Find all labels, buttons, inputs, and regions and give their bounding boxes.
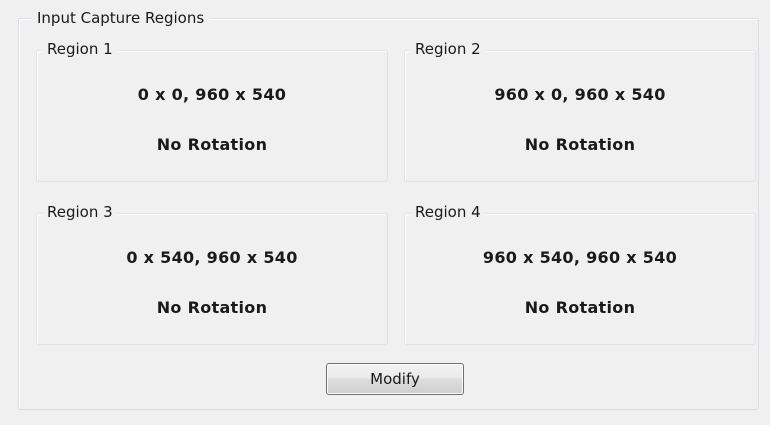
- region-4-rotation: No Rotation: [524, 298, 636, 317]
- region-3-rotation: No Rotation: [156, 298, 268, 317]
- region-2-box: Region 2 960 x 0, 960 x 540 No Rotation: [404, 39, 756, 182]
- input-capture-panel: Input Capture Regions Region 1 0 x 0, 96…: [0, 0, 770, 425]
- region-1-label: Region 1: [42, 39, 118, 59]
- region-4-label: Region 4: [410, 202, 486, 222]
- region-2-coords: 960 x 0, 960 x 540: [494, 85, 666, 104]
- region-4-coords: 960 x 540, 960 x 540: [482, 248, 678, 267]
- region-2-label: Region 2: [410, 39, 486, 59]
- modify-button[interactable]: Modify: [326, 363, 464, 395]
- region-3-coords: 0 x 540, 960 x 540: [126, 248, 298, 267]
- region-2-rotation: No Rotation: [524, 135, 636, 154]
- region-3-label: Region 3: [42, 202, 118, 222]
- region-3-box: Region 3 0 x 540, 960 x 540 No Rotation: [36, 202, 388, 345]
- region-1-box: Region 1 0 x 0, 960 x 540 No Rotation: [36, 39, 388, 182]
- region-4-box: Region 4 960 x 540, 960 x 540 No Rotatio…: [404, 202, 756, 345]
- region-1-coords: 0 x 0, 960 x 540: [137, 85, 287, 104]
- region-1-rotation: No Rotation: [156, 135, 268, 154]
- group-title: Input Capture Regions: [32, 8, 210, 28]
